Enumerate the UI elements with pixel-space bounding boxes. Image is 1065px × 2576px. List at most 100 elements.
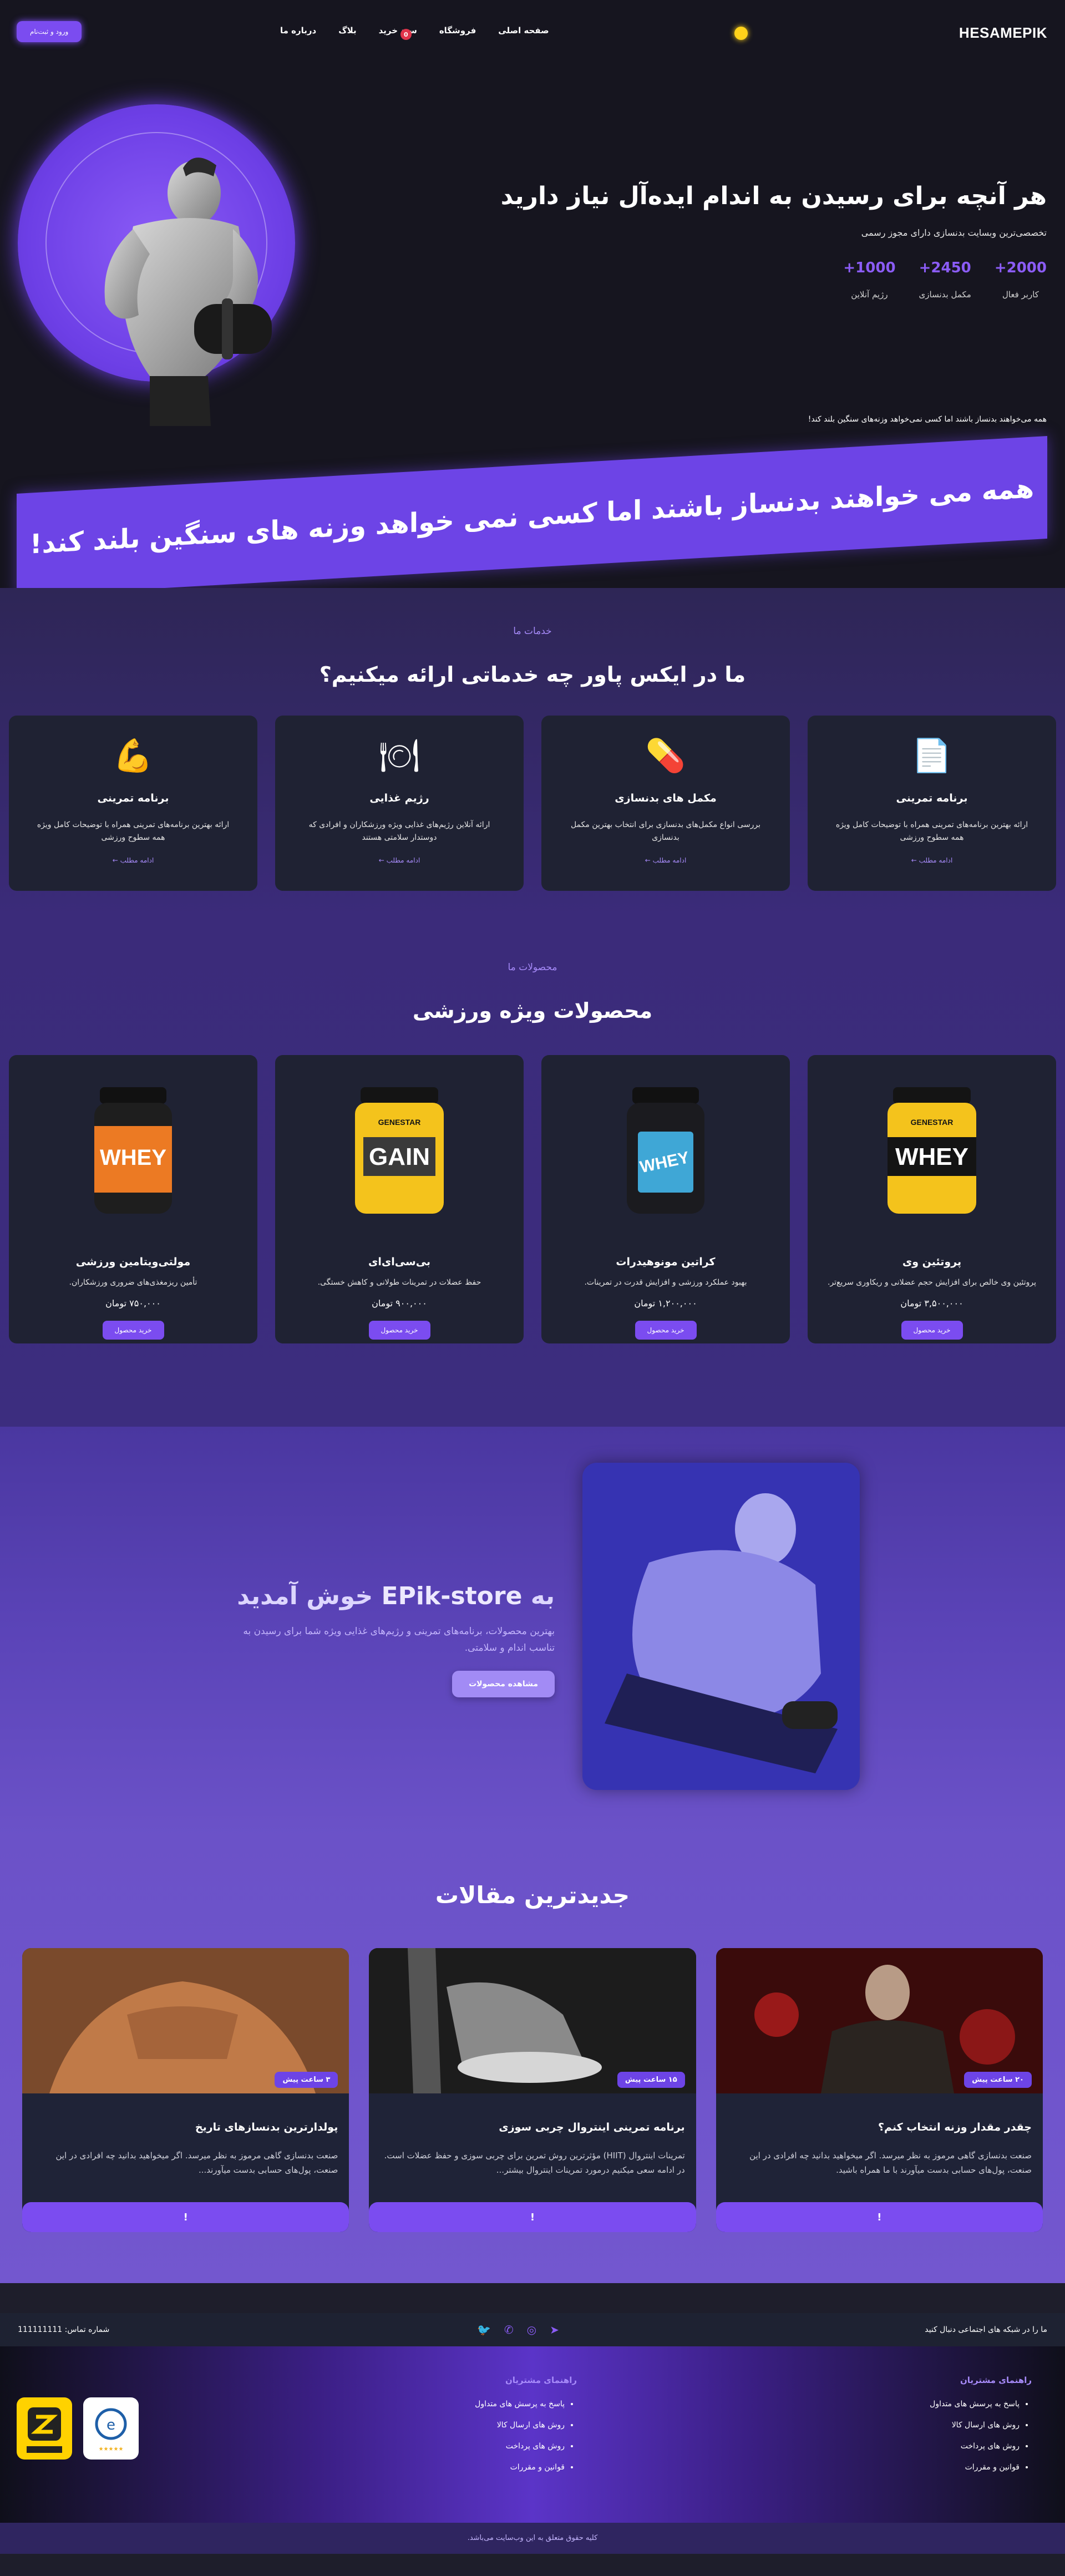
products-cards: GENESTAR WHEY پروتئین وی پروتئین وی خالص… [9,1055,1056,1343]
phone-number[interactable]: 111111111 [18,2325,62,2334]
service-card: 📄 برنامه تمرینی ارائه بهترین برنامه‌های … [808,716,1056,891]
product-card: WHEY کراتین مونوهیدرات بهبود عملکرد ورزش… [541,1055,790,1343]
menu-item-shop[interactable]: فروشگاه [439,26,476,47]
article-image: ۳ ساعت پیش [22,1948,349,2093]
service-card: 💊 مکمل های بدنسازی بررسی انواع مکمل‌های … [541,716,790,891]
top-navbar: HESAMEPIK صفحه اصلی فروشگاه سبد خرید 0 بل… [0,0,1065,65]
social-follow-text: ما را در شبکه های اجتماعی دنبال کنید [925,2325,1047,2334]
read-article-button[interactable]: ! [369,2202,696,2232]
footer-link[interactable]: قوانین و مقررات [930,2463,1020,2472]
product-card: WHEY مولتی‌ویتامین ورزشی تأمین ریزمغذی‌ه… [9,1055,257,1343]
article-excerpt: صنعت بدنسازی گاهی مرموز به نظر میرسد. اگ… [55,2151,338,2175]
footer-link[interactable]: روش های پرداخت [930,2442,1020,2451]
service-title: مکمل های بدنسازی [615,792,717,804]
plate-icon: 🍽 [379,737,420,774]
hero-title: هر آنچه برای رسیدن به اندام ایده‌آل نیاز… [500,182,1047,210]
footer-link[interactable]: روش های ارسال کالا [475,2421,565,2430]
service-text: ارائه آنلاین رژیم‌های غذایی ویژه ورزشکار… [308,820,490,843]
menu-item-about[interactable]: درباره ما [280,26,316,47]
read-more-link[interactable]: ادامه مطلب ← [808,856,1056,864]
enamad-badge[interactable]: e ★★★★★ [83,2397,139,2460]
product-card: GENESTAR WHEY پروتئین وی پروتئین وی خالص… [808,1055,1056,1343]
welcome-brand: EPik-store [381,1582,523,1610]
telegram-icon[interactable]: ➤ [550,2323,559,2336]
product-text: تأمین ریزمغذی‌های ضروری ورزشکاران. [69,1278,197,1287]
article-title[interactable]: پولدارترین بدنسازهای تاریخ [33,2121,338,2133]
article-card: ۱۵ ساعت پیش برنامه تمرینی اینتروال چربی … [369,1948,696,2232]
product-title: مولتی‌ویتامین ورزشی [75,1256,191,1268]
footer-links-column: راهنمای مشتریان پاسخ به پرسش های متداول … [930,2375,1032,2484]
tub-name-text: WHEY [100,1145,166,1170]
footer-column-title: راهنمای مشتریان [505,2375,577,2385]
phone-label: شماره تماس: [64,2325,110,2334]
brand-logo[interactable]: HESAMEPIK [959,24,1047,42]
article-excerpt: صنعت بدنسازی گاهی مرموز به نظر میرسد. اگ… [749,2151,1032,2175]
document-icon: 📄 [911,737,952,774]
products-section: محصولات ما محصولات ویژه ورزشی GENESTAR W… [0,916,1065,1427]
services-kicker: خدمات ما [513,626,552,637]
article-image: ۲۰ ساعت پیش [716,1948,1043,2093]
buy-button[interactable]: خرید محصول [368,1321,430,1340]
welcome-section: به EPik-store خوش آمدید بهترین محصولات، … [0,1427,1065,1837]
footer-link[interactable]: روش های پرداخت [475,2442,565,2451]
multivitamin-tub-image: WHEY [94,1087,172,1214]
twitter-icon[interactable]: 🐦 [477,2323,491,2336]
buy-button[interactable]: خرید محصول [635,1321,697,1340]
article-time-badge: ۱۵ ساعت پیش [617,2072,685,2088]
welcome-text: بهترین محصولات، برنامه‌های تمرینی و رژیم… [243,1626,555,1654]
stat-active-users: 2000+ کاربر فعال [995,260,1047,300]
service-card: 💪 برنامه تمرینی ارائه بهترین برنامه‌های … [9,716,257,891]
footer-social-bar: ما را در شبکه های اجتماعی دنبال کنید ➤ ◎… [0,2313,1065,2346]
footer: ما را در شبکه های اجتماعی دنبال کنید ➤ ◎… [0,2283,1065,2576]
article-title[interactable]: برنامه تمرینی اینتروال چربی سوزی [380,2121,684,2133]
product-price: ۹۰۰,۰۰۰ تومان [372,1298,427,1309]
zarinpal-badge[interactable] [17,2397,72,2460]
stat-label: کاربر فعال [1002,290,1039,300]
view-products-button[interactable]: مشاهده محصولات [452,1671,555,1697]
articles-cards: ۲۰ ساعت پیش چقدر مقدار وزنه انتخاب کنم؟ … [22,1948,1043,2232]
buy-button[interactable]: خرید محصول [901,1321,963,1340]
article-title[interactable]: چقدر مقدار وزنه انتخاب کنم؟ [727,2121,1032,2133]
read-article-button[interactable]: ! [22,2202,349,2232]
read-more-link[interactable]: ادامه مطلب ← [9,856,257,864]
menu-item-home[interactable]: صفحه اصلی [498,26,549,47]
article-excerpt: تمرینات اینتروال (HIIT) مؤثرترین روش تمر… [384,2151,685,2175]
footer-link[interactable]: پاسخ به پرسش های متداول [930,2400,1020,2408]
menu-item-blog[interactable]: بلاگ [338,26,356,47]
services-section: خدمات ما ما در ایکس پاور چه خدماتی ارائه… [0,588,1065,916]
tub-brand-text: GENESTAR [378,1118,421,1127]
bodybuilder-image [104,158,272,426]
products-kicker: محصولات ما [508,962,557,973]
product-price: ۱,۲۰۰,۰۰۰ تومان [634,1298,697,1309]
menu-item-cart[interactable]: سبد خرید 0 [379,26,417,47]
footer-link[interactable]: قوانین و مقررات [475,2463,565,2472]
instagram-icon[interactable]: ◎ [527,2323,536,2336]
service-title: برنامه تمرینی [896,792,968,804]
creatine-tub-image: WHEY [627,1087,704,1214]
social-icons: ➤ ◎ ✆ 🐦 [477,2323,559,2336]
hero-section: هر آنچه برای رسیدن به اندام ایده‌آل نیاز… [0,65,1065,588]
hero-stats: 2000+ کاربر فعال 2450+ مکمل بدنسازی 1000+ ر… [843,260,1047,300]
buy-button[interactable]: خرید محصول [102,1321,164,1340]
whatsapp-icon[interactable]: ✆ [504,2323,514,2336]
capsule-icon: 💊 [645,737,686,774]
read-more-link[interactable]: ادامه مطلب ← [275,856,524,864]
footer-link[interactable]: پاسخ به پرسش های متداول [475,2400,565,2408]
login-button[interactable]: ورود و ثبت‌نام [17,21,82,42]
stat-number: 2450+ [919,260,971,276]
service-text: ارائه بهترین برنامه‌های تمرینی همراه با … [37,820,230,843]
footer-column-title: راهنمای مشتریان [960,2375,1032,2385]
svg-text:e: e [106,2417,115,2433]
footer-links-column: راهنمای مشتریان پاسخ به پرسش های متداول … [475,2375,577,2484]
phone-info: شماره تماس: 111111111 [18,2325,109,2334]
svg-text:★★★★★: ★★★★★ [99,2446,124,2452]
footer-link[interactable]: روش های ارسال کالا [930,2421,1020,2430]
theme-toggle-sun-icon[interactable] [734,27,748,40]
read-article-button[interactable]: ! [716,2202,1043,2232]
articles-section: جدیدترین مقالات ۲۰ ساعت پیش چقدر مقدار و… [0,1837,1065,2283]
welcome-title: به EPik-store خوش آمدید [237,1582,555,1610]
read-more-link[interactable]: ادامه مطلب ← [541,856,790,864]
services-cards: 📄 برنامه تمرینی ارائه بهترین برنامه‌های … [9,716,1056,891]
services-title: ما در ایکس پاور چه خدماتی ارائه میکنیم؟ [319,662,746,687]
products-title: محصولات ویژه ورزشی [412,998,653,1023]
